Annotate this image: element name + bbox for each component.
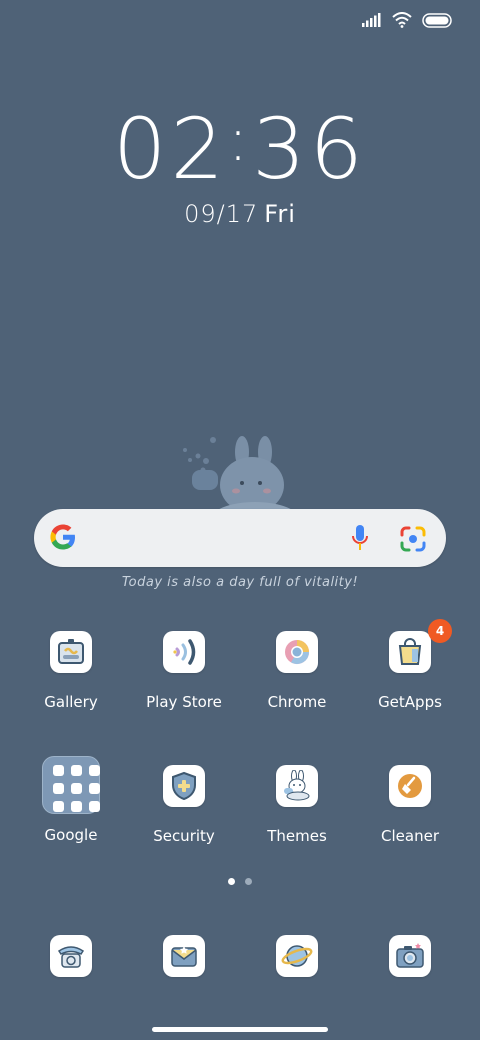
app-label: Themes — [267, 827, 327, 845]
camera-icon — [396, 943, 424, 968]
app-getapps[interactable]: 4 GetApps — [354, 619, 466, 711]
clock-minutes: 36 — [252, 100, 367, 198]
page-dot[interactable] — [245, 878, 252, 885]
app-gallery[interactable]: Gallery — [15, 631, 127, 711]
app-play-store[interactable]: Play Store — [128, 631, 240, 711]
mic-icon[interactable] — [352, 525, 368, 551]
wifi-icon — [392, 12, 412, 28]
battery-icon — [422, 12, 452, 28]
phone-icon — [57, 946, 85, 968]
dock-messages[interactable] — [163, 935, 205, 977]
app-label: Google — [44, 826, 98, 844]
getapps-icon — [389, 631, 431, 673]
clock-hours: 02 — [113, 100, 228, 198]
date-weekday: Fri — [264, 200, 296, 228]
dock-camera[interactable] — [389, 935, 431, 977]
lockscreen-clock: 02:36 — [113, 100, 367, 198]
status-bar — [362, 12, 452, 28]
google-logo-icon — [50, 524, 75, 550]
app-label: Gallery — [44, 693, 98, 711]
notification-badge: 4 — [428, 619, 452, 643]
app-folder-google[interactable]: Google — [15, 756, 127, 844]
gallery-icon — [50, 631, 92, 673]
app-cleaner[interactable]: Cleaner — [354, 765, 466, 845]
dock-phone[interactable] — [50, 935, 92, 977]
app-chrome[interactable]: Chrome — [241, 631, 353, 711]
app-label: Chrome — [267, 693, 327, 711]
app-label: Security — [153, 827, 215, 845]
security-shield-icon — [163, 765, 205, 807]
signal-icon — [362, 13, 381, 27]
folder-icon — [42, 756, 100, 814]
cleaner-broom-icon — [389, 765, 431, 807]
app-label: Play Store — [146, 693, 222, 711]
date-day-month: 09/17 — [184, 200, 259, 228]
app-security[interactable]: Security — [128, 765, 240, 845]
lens-icon[interactable] — [400, 526, 426, 552]
app-label: Cleaner — [381, 827, 439, 845]
google-search-bar[interactable] — [34, 509, 446, 567]
widget-caption: Today is also a day full of vitality! — [121, 575, 359, 590]
chrome-icon — [276, 631, 318, 673]
page-indicator — [0, 878, 480, 885]
dock-browser[interactable] — [276, 935, 318, 977]
date-display: 09/17 Fri — [0, 200, 480, 228]
app-themes[interactable]: Themes — [241, 765, 353, 845]
browser-planet-icon — [281, 945, 313, 967]
themes-icon — [276, 765, 318, 807]
page-dot-active — [228, 878, 235, 885]
app-label: GetApps — [378, 693, 442, 711]
home-gesture-bar[interactable] — [152, 1027, 328, 1032]
messages-icon — [171, 946, 197, 967]
play-store-icon — [163, 631, 205, 673]
